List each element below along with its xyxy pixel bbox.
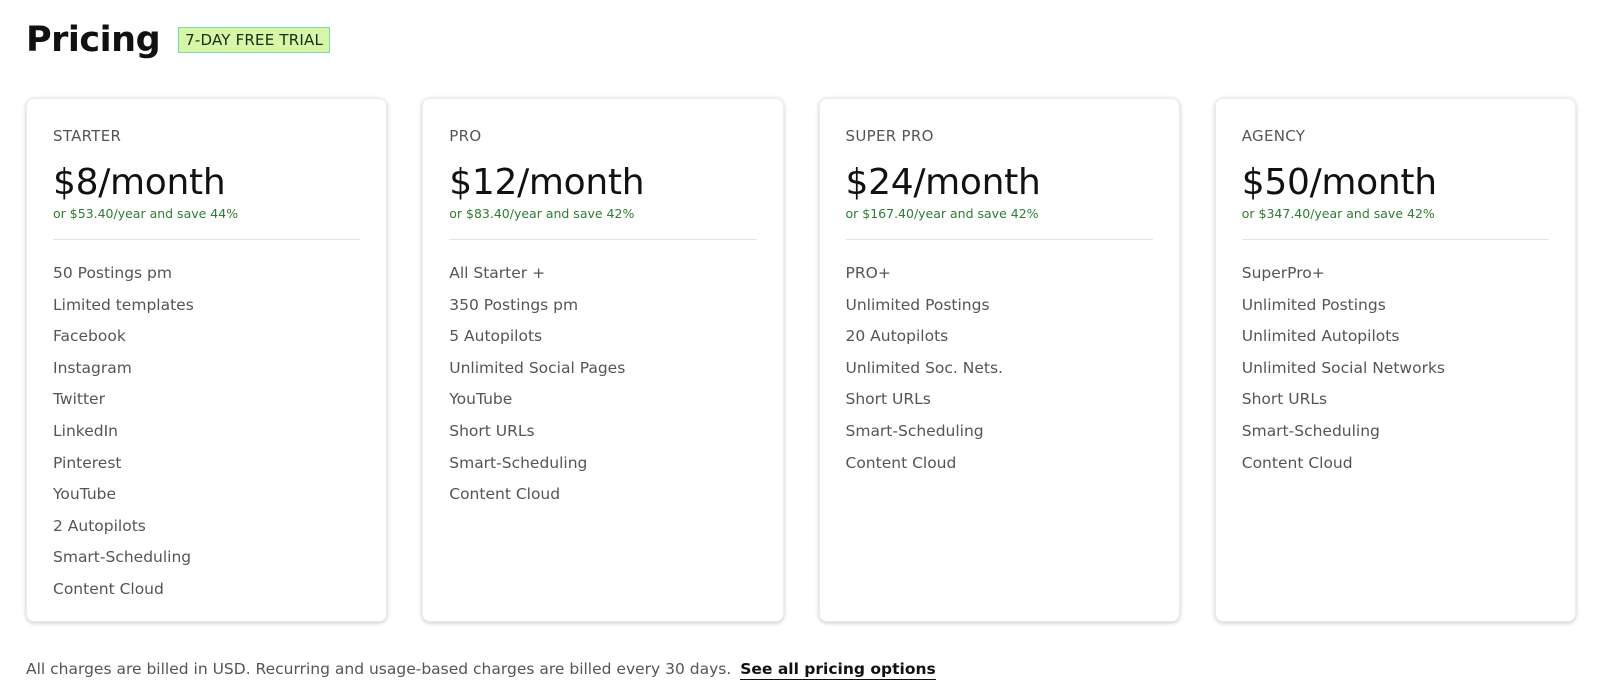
plan-annual-price: or $167.40/year and save 42% [845,206,1039,221]
feature-item: Limited templates [53,295,194,314]
feature-item: 350 Postings pm [449,295,579,314]
feature-item: YouTube [449,390,513,409]
feature-item: Facebook [53,327,126,346]
feature-item: SuperPro+ [1241,264,1325,282]
feature-item: Content Cloud [53,579,164,598]
feature-item: Unlimited Postings [1241,295,1386,314]
feature-item: Short URLs [1241,390,1328,409]
feature-item: All Starter + [449,264,546,282]
feature-item: Smart-Scheduling [53,548,192,567]
feature-item: Unlimited Social Networks [1241,358,1445,377]
feature-item: LinkedIn [53,421,118,440]
feature-item: 2 Autopilots [53,516,146,535]
feature-item: Unlimited Soc. Nets. [845,358,1003,377]
feature-item: Short URLs [449,421,535,440]
plan-price: $50/month [1241,162,1437,203]
divider [449,239,757,240]
plan-card-pro: PRO $12/month or $83.40/year and save 42… [422,98,784,622]
feature-list: All Starter + 350 Postings pm 5 Autopilo… [449,258,756,511]
divider [53,239,361,240]
feature-item: Short URLs [845,390,931,409]
plan-annual-price: or $53.40/year and save 44% [53,206,239,221]
plan-name: AGENCY [1241,127,1306,145]
plan-name: PRO [449,127,482,145]
plan-price: $12/month [449,162,645,203]
billing-footer: All charges are billed in USD. Recurring… [26,658,936,680]
feature-list: PRO+ Unlimited Postings 20 Autopilots Un… [846,258,1153,479]
feature-item: Unlimited Social Pages [449,358,626,377]
feature-item: Unlimited Autopilots [1241,327,1400,346]
see-all-pricing-link[interactable]: See all pricing options [740,660,936,680]
feature-list: SuperPro+ Unlimited Postings Unlimited A… [1242,258,1549,479]
feature-item: YouTube [53,485,117,504]
plan-price: $24/month [845,162,1041,203]
divider [1241,239,1549,240]
feature-item: 50 Postings pm [53,264,172,282]
feature-item: Twitter [53,390,105,409]
billing-note: All charges are billed in USD. Recurring… [26,660,732,678]
plan-annual-price: or $347.40/year and save 42% [1241,206,1435,221]
feature-item: Smart-Scheduling [449,453,588,472]
plan-card-agency: AGENCY $50/month or $347.40/year and sav… [1214,98,1576,622]
feature-item: PRO+ [845,264,891,282]
feature-list: 50 Postings pm Limited templates Faceboo… [53,258,360,606]
plan-price: $8/month [53,162,226,203]
feature-item: Instagram [53,358,132,377]
page-header: Pricing 7-DAY FREE TRIAL [26,16,330,64]
feature-item: Unlimited Postings [845,295,990,314]
feature-item: Smart-Scheduling [1241,421,1380,440]
feature-item: Smart-Scheduling [845,421,984,440]
feature-item: 5 Autopilots [449,327,543,346]
plan-card-starter: STARTER $8/month or $53.40/year and save… [26,98,388,622]
feature-item: 20 Autopilots [845,327,949,346]
page-title: Pricing [26,20,161,60]
plan-name: STARTER [53,127,122,145]
plan-card-super-pro: SUPER PRO $24/month or $167.40/year and … [818,98,1180,622]
pricing-cards: STARTER $8/month or $53.40/year and save… [26,98,1576,622]
divider [845,239,1153,240]
plan-annual-price: or $83.40/year and save 42% [449,206,635,221]
plan-name: SUPER PRO [845,127,934,145]
feature-item: Pinterest [53,453,122,472]
feature-item: Content Cloud [449,485,561,504]
feature-item: Content Cloud [845,453,957,472]
feature-item: Content Cloud [1241,453,1353,472]
free-trial-badge: 7-DAY FREE TRIAL [178,27,330,53]
